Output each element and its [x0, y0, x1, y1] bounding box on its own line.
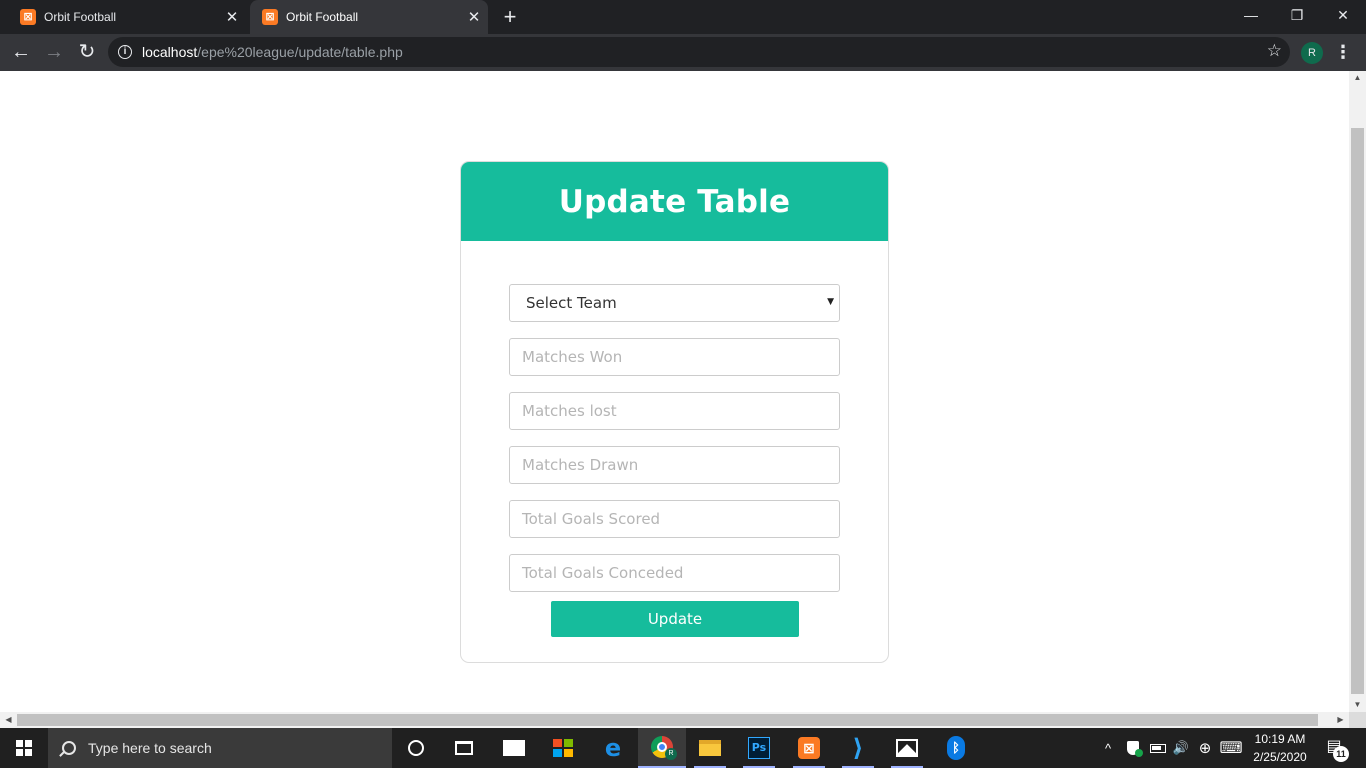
close-window-button[interactable]: ✕: [1320, 0, 1366, 30]
url-host: localhost: [142, 44, 198, 60]
tab-title: Orbit Football: [44, 10, 117, 24]
scroll-left-arrow-icon[interactable]: ◀: [0, 712, 17, 728]
taskbar-search-box[interactable]: Type here to search: [48, 728, 392, 768]
caret-down-icon: ▼: [827, 297, 834, 307]
photoshop-icon[interactable]: Ps: [735, 728, 783, 768]
language-globe-icon[interactable]: ⊕: [1195, 728, 1215, 768]
browser-menu-icon[interactable]: ⋮: [1333, 38, 1353, 66]
restore-button[interactable]: ❐: [1274, 0, 1320, 30]
tab-title: Orbit Football: [286, 10, 359, 24]
address-bar[interactable]: i localhost/epe%20league/update/table.ph…: [108, 37, 1290, 67]
notification-count-badge: 11: [1333, 746, 1349, 762]
matches-drawn-input[interactable]: Matches Drawn: [509, 446, 840, 484]
update-table-card: Update Table Select Team ▼ Matches Won M…: [460, 161, 889, 663]
page-title: Update Table: [558, 183, 791, 220]
xampp-icon: ⊠: [262, 9, 278, 25]
minimize-button[interactable]: —: [1228, 0, 1274, 30]
tray-chevron-icon[interactable]: ^: [1100, 728, 1116, 768]
browser-toolbar: ← → ↻ i localhost/epe%20league/update/ta…: [0, 34, 1366, 71]
mail-icon[interactable]: [490, 728, 538, 768]
browser-tab-2-active[interactable]: ⊠ Orbit Football ✕: [250, 0, 488, 34]
select-team-value: Select Team: [526, 294, 617, 312]
start-button[interactable]: [0, 728, 48, 768]
search-icon: [62, 741, 76, 755]
matches-won-input[interactable]: Matches Won: [509, 338, 840, 376]
xampp-control-icon[interactable]: ⊠: [785, 728, 833, 768]
xampp-icon: ⊠: [20, 9, 36, 25]
scroll-right-arrow-icon[interactable]: ▶: [1332, 712, 1349, 728]
bluetooth-icon[interactable]: ᛒ: [932, 728, 980, 768]
reload-button[interactable]: ↻: [72, 38, 102, 66]
close-tab-icon[interactable]: ✕: [460, 8, 488, 26]
url-path: /epe%20league/update/table.php: [197, 44, 403, 60]
chrome-icon[interactable]: R: [638, 728, 686, 768]
forward-button[interactable]: →: [39, 38, 69, 66]
scroll-up-arrow-icon[interactable]: ▲: [1349, 71, 1366, 85]
keyboard-icon[interactable]: ⌨: [1219, 728, 1243, 768]
window-controls: — ❐ ✕: [1228, 0, 1366, 34]
browser-tab-1[interactable]: ⊠ Orbit Football ✕: [8, 0, 246, 34]
search-placeholder: Type here to search: [88, 740, 212, 756]
info-icon[interactable]: i: [118, 45, 132, 59]
profile-avatar[interactable]: R: [1301, 42, 1323, 64]
vscode-icon[interactable]: ⟩: [834, 728, 882, 768]
bookmark-star-icon[interactable]: ☆: [1267, 41, 1282, 61]
back-button[interactable]: ←: [6, 38, 36, 66]
cortana-icon[interactable]: [392, 728, 440, 768]
store-icon[interactable]: [539, 728, 587, 768]
scroll-down-arrow-icon[interactable]: ▼: [1349, 698, 1366, 712]
goals-scored-input[interactable]: Total Goals Scored: [509, 500, 840, 538]
update-button[interactable]: Update: [551, 601, 799, 637]
close-tab-icon[interactable]: ✕: [218, 8, 246, 26]
system-clock[interactable]: 10:19 AM 2/25/2020: [1246, 730, 1314, 766]
horizontal-scrollbar[interactable]: ◀ ▶: [0, 712, 1349, 728]
select-team-dropdown[interactable]: Select Team ▼: [509, 284, 840, 322]
windows-taskbar: Type here to search e R Ps ⊠ ⟩ ᛒ ^ 🔊 ⊕ ⌨…: [0, 728, 1366, 768]
browser-tabstrip: ⊠ Orbit Football ✕ ⊠ Orbit Football ✕ + …: [0, 0, 1366, 34]
vertical-scroll-thumb[interactable]: [1351, 128, 1364, 694]
goals-conceded-input[interactable]: Total Goals Conceded: [509, 554, 840, 592]
clock-date: 2/25/2020: [1253, 750, 1307, 764]
matches-lost-input[interactable]: Matches lost: [509, 392, 840, 430]
file-explorer-icon[interactable]: [686, 728, 734, 768]
photos-icon[interactable]: [883, 728, 931, 768]
chrome-profile-badge: R: [665, 748, 677, 760]
battery-icon[interactable]: [1148, 728, 1168, 768]
volume-icon[interactable]: 🔊: [1171, 728, 1191, 768]
new-tab-button[interactable]: +: [498, 4, 522, 30]
scroll-corner: [1349, 712, 1366, 728]
task-view-icon[interactable]: [440, 728, 488, 768]
clock-time: 10:19 AM: [1254, 732, 1306, 746]
windows-logo-icon: [16, 740, 32, 756]
vertical-scrollbar[interactable]: ▲ ▼: [1349, 71, 1366, 712]
edge-icon[interactable]: e: [589, 728, 637, 768]
card-header: Update Table: [461, 162, 888, 241]
horizontal-scroll-thumb[interactable]: [17, 714, 1318, 726]
security-shield-icon[interactable]: [1124, 728, 1143, 768]
